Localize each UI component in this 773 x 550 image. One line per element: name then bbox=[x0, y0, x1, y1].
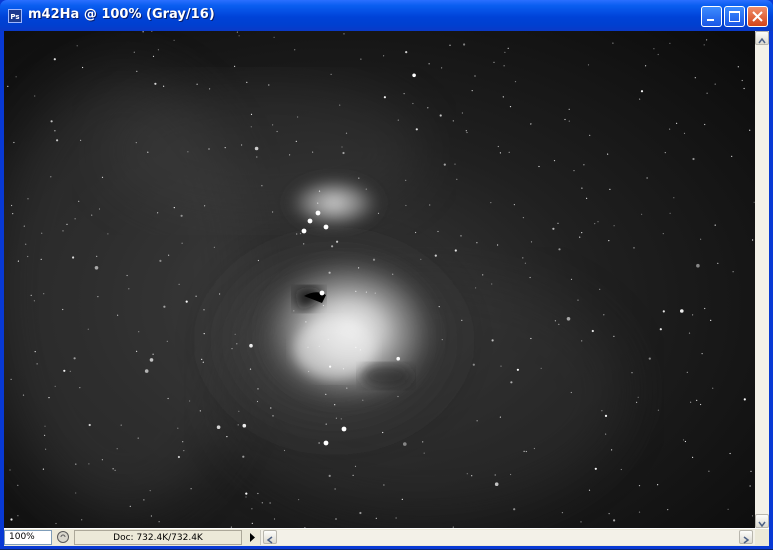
window-title: m42Ha @ 100% (Gray/16) bbox=[28, 7, 215, 22]
triangle-right-icon[interactable] bbox=[245, 530, 259, 545]
document-size-info: Doc: 732.4K/732.4K bbox=[74, 530, 242, 545]
window-border-right bbox=[769, 31, 773, 545]
photoshop-app-icon[interactable]: Ps bbox=[8, 9, 22, 23]
scroll-left-button[interactable] bbox=[263, 530, 277, 544]
arrow-left-icon bbox=[266, 536, 273, 544]
scroll-right-button[interactable] bbox=[739, 530, 753, 544]
scroll-down-button[interactable] bbox=[755, 514, 769, 528]
close-icon bbox=[752, 11, 763, 22]
title-bar[interactable]: Ps m42Ha @ 100% (Gray/16) bbox=[0, 0, 773, 31]
horizontal-scrollbar[interactable] bbox=[260, 530, 756, 545]
vertical-scrollbar[interactable] bbox=[755, 31, 769, 528]
minimize-button[interactable] bbox=[701, 6, 722, 27]
nebula-image bbox=[4, 31, 755, 528]
status-bar: 100% Doc: 732.4K/732.4K bbox=[4, 528, 769, 546]
status-info-icon[interactable] bbox=[56, 530, 70, 544]
arrow-up-icon bbox=[758, 37, 766, 44]
resize-grip[interactable] bbox=[755, 530, 769, 545]
image-canvas[interactable] bbox=[4, 31, 755, 528]
zoom-level-field[interactable]: 100% bbox=[4, 530, 52, 545]
arrow-right-icon bbox=[743, 536, 750, 544]
minimize-icon bbox=[707, 19, 714, 21]
maximize-button[interactable] bbox=[724, 6, 745, 27]
scroll-up-button[interactable] bbox=[755, 31, 769, 45]
close-button[interactable] bbox=[747, 6, 768, 27]
maximize-icon bbox=[729, 11, 740, 22]
document-window: Ps m42Ha @ 100% (Gray/16) 100% Doc: 732.… bbox=[0, 0, 773, 549]
